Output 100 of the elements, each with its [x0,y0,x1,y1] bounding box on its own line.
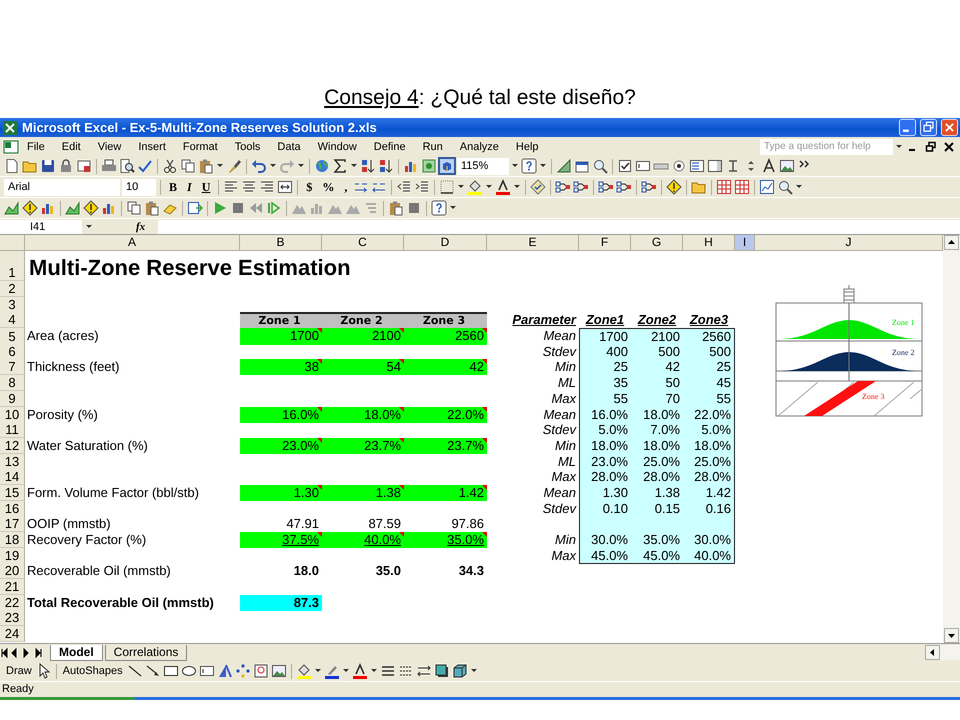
autoshapes-menu-button[interactable]: AutoShapes [60,665,125,677]
clipboard-icon[interactable] [198,158,214,174]
row-number[interactable]: 2 [0,281,25,297]
minimize-button[interactable] [899,119,916,136]
scroll-up-icon[interactable] [944,235,959,250]
row-number[interactable]: 22 [0,594,25,611]
number-format-button[interactable]: $ [302,179,316,195]
scroll-down-icon[interactable] [944,628,959,643]
trace-arrows-icon[interactable] [641,179,658,195]
stop-icon[interactable] [230,200,246,216]
row-number[interactable]: 14 [0,469,25,486]
image-icon[interactable] [270,663,287,679]
sort-ascending-icon[interactable] [360,158,376,174]
row-number[interactable]: 5 [0,328,25,345]
zoom-field[interactable]: 115% [457,158,509,174]
combo-box-icon[interactable] [707,158,723,174]
trace-arrows-icon[interactable] [573,179,590,195]
fill-color-icon[interactable] [467,179,484,195]
magnifier-icon[interactable] [777,179,794,195]
grid-icon[interactable] [734,179,750,195]
scissors-icon[interactable] [162,158,178,174]
clip-art-icon[interactable] [252,663,269,679]
row-number[interactable]: 1 [0,251,25,281]
line-color-icon[interactable] [324,663,340,679]
sum-icon[interactable] [332,158,348,174]
clipboard-icon[interactable] [388,200,404,216]
row-number[interactable]: 21 [0,579,25,596]
input-cell[interactable]: 2100 [322,328,404,345]
menu-item[interactable]: Define [368,140,415,152]
input-cell[interactable]: 1700 [240,328,322,345]
menu-item[interactable]: File [21,140,54,152]
trace-arrows-icon[interactable] [598,179,614,195]
radio-icon[interactable] [671,158,687,174]
input-cell[interactable]: 23.7% [404,438,487,454]
row-number[interactable]: 20 [0,563,25,580]
trace-arrows-icon[interactable] [616,179,632,195]
row-number[interactable]: 3 [0,296,25,313]
trace-arrows-icon[interactable] [555,179,572,195]
ellipse-icon[interactable] [180,663,197,679]
column-header[interactable]: J [755,235,943,251]
column-header[interactable]: G [631,235,683,251]
format-button[interactable]: B [165,179,182,195]
row-number[interactable]: 23 [0,610,25,626]
text-field-icon[interactable] [635,158,651,174]
merge-cells-icon[interactable] [277,179,294,195]
warning-icon[interactable] [22,200,38,216]
draw-menu-button[interactable]: Draw [4,665,34,677]
menu-item[interactable]: Window [312,140,366,152]
font-field[interactable]: Arial [4,178,120,196]
formula-field[interactable] [158,220,960,234]
rectangle-icon[interactable] [162,663,179,679]
column-header[interactable]: B [240,235,322,251]
input-cell[interactable]: 23.0% [240,438,322,454]
padlock-icon[interactable] [58,158,74,174]
copy-icon[interactable] [180,158,196,174]
diamond-check-icon[interactable] [530,179,546,195]
menu-item[interactable]: Analyze [454,140,508,152]
column-header[interactable]: E [487,235,579,251]
header-cell[interactable]: Zone 1 [240,312,322,328]
cube-icon[interactable] [439,158,455,174]
run-icon[interactable] [187,200,203,216]
label-icon[interactable] [761,158,777,174]
font-color-icon[interactable] [495,179,512,195]
menu-item[interactable]: View [92,140,130,152]
menu-item[interactable]: Insert [132,140,175,152]
row-number[interactable]: 18 [0,532,25,548]
number-format-button[interactable]: % [318,179,338,195]
menu-item[interactable]: Data [271,140,310,152]
brush-icon[interactable] [226,158,242,174]
font-size-field[interactable]: 10 [122,178,156,196]
menu-item[interactable]: Format [176,140,227,152]
warning-icon[interactable] [666,179,682,195]
copy-icon[interactable] [126,200,142,216]
column-header[interactable]: C [322,235,404,251]
menu-item[interactable]: Edit [56,140,90,152]
restore-icon[interactable] [925,140,937,152]
input-cell[interactable]: 38 [240,359,322,376]
text-field-icon[interactable] [198,663,215,679]
input-cell[interactable]: 16.0% [240,406,322,422]
help-icon[interactable] [431,200,447,216]
shadow-icon[interactable] [434,663,450,679]
input-cell[interactable]: 2560 [404,328,487,345]
printer-icon[interactable] [101,158,117,174]
input-cell[interactable]: 35.0% [404,532,487,548]
input-cell[interactable]: 22.0% [404,406,487,422]
font-color-icon[interactable] [352,663,368,679]
stop-icon[interactable] [406,200,422,216]
spelling-icon[interactable] [137,158,153,174]
print-preview-icon[interactable] [119,158,135,174]
input-cell[interactable]: 42 [404,359,487,376]
row-number[interactable]: 10 [0,406,25,422]
row-number[interactable]: 6 [0,344,25,360]
column-header[interactable]: F [579,235,631,251]
scroll-left-icon[interactable] [925,645,940,660]
column-header[interactable]: A [25,235,240,251]
row-number[interactable]: 24 [0,626,25,642]
new-document-icon[interactable] [4,158,20,174]
save-icon[interactable] [40,158,56,174]
header-cell[interactable]: Zone 3 [404,312,487,328]
wordart-icon[interactable] [216,663,233,679]
